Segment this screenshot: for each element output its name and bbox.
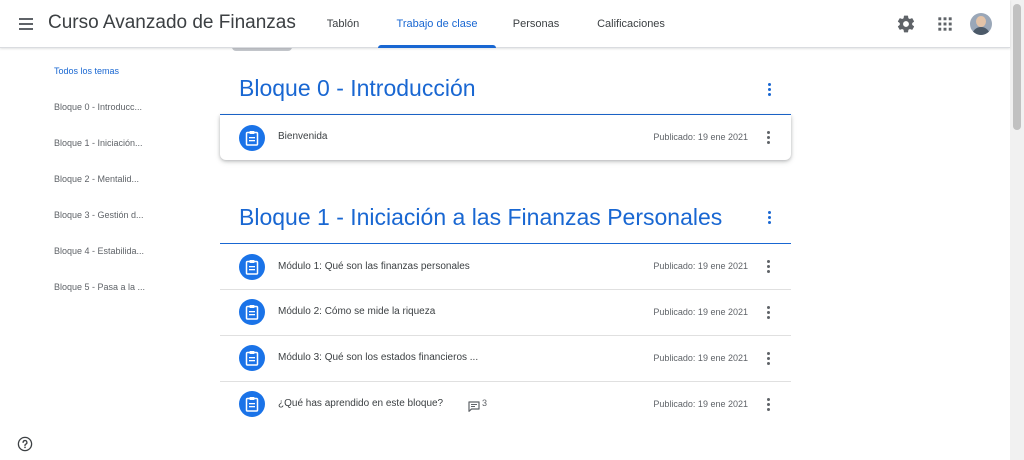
- apps-grid-icon[interactable]: [935, 14, 955, 34]
- item-published-date: Publicado: 19 ene 2021: [653, 307, 748, 317]
- item-title: Módulo 1: Qué son las finanzas personale…: [278, 261, 470, 272]
- list-item-modulo-2[interactable]: Módulo 2: Cómo se mide la riqueza Public…: [220, 290, 791, 336]
- assignment-icon: [239, 391, 265, 417]
- comment-count: 3: [482, 398, 488, 408]
- section-0-more-options-icon[interactable]: [763, 81, 777, 97]
- item-title: Módulo 2: Cómo se mide la riqueza: [278, 306, 436, 317]
- item-title: Bienvenida: [278, 131, 328, 142]
- course-title[interactable]: Curso Avanzado de Finanzas Pe...: [48, 12, 298, 34]
- scrollbar-thumb[interactable]: [1013, 4, 1021, 130]
- comment-icon: [468, 399, 480, 412]
- avatar-face: [976, 16, 986, 27]
- section-title-bloque-1[interactable]: Bloque 1 - Iniciación a las Finanzas Per…: [239, 204, 722, 231]
- assignment-icon: [239, 125, 265, 151]
- user-avatar[interactable]: [970, 13, 992, 35]
- sidebar-item-bloque-2[interactable]: Bloque 2 - Mentalid...: [54, 174, 139, 184]
- item-more-options-icon[interactable]: [762, 396, 776, 412]
- item-published-date: Publicado: 19 ene 2021: [653, 132, 748, 142]
- assignment-icon: [239, 299, 265, 325]
- help-icon[interactable]: [17, 436, 33, 452]
- assignment-icon: [239, 254, 265, 280]
- list-item-bienvenida[interactable]: Bienvenida Publicado: 19 ene 2021: [220, 115, 791, 160]
- item-more-options-icon[interactable]: [762, 258, 776, 274]
- settings-icon[interactable]: [896, 14, 916, 34]
- section-title-bloque-0[interactable]: Bloque 0 - Introducción: [239, 75, 476, 102]
- item-published-date: Publicado: 19 ene 2021: [653, 261, 748, 271]
- topics-sidebar: Todos los temas Bloque 0 - Introducc... …: [0, 48, 200, 460]
- menu-icon[interactable]: [14, 12, 38, 36]
- item-published-date: Publicado: 19 ene 2021: [653, 353, 748, 363]
- sidebar-item-bloque-1[interactable]: Bloque 1 - Iniciación...: [54, 138, 143, 148]
- list-item-que-has-aprendido[interactable]: ¿Qué has aprendido en este bloque? 3 Pub…: [220, 382, 791, 428]
- item-more-options-icon[interactable]: [762, 304, 776, 320]
- page-scrollbar[interactable]: [1010, 0, 1024, 460]
- item-title: ¿Qué has aprendido en este bloque?: [278, 398, 444, 409]
- item-title: Módulo 3: Qué son los estados financiero…: [278, 352, 479, 363]
- sidebar-item-bloque-0[interactable]: Bloque 0 - Introducc...: [54, 102, 142, 112]
- item-more-options-icon[interactable]: [762, 350, 776, 366]
- tab-tablon[interactable]: Tablón: [315, 0, 371, 48]
- sidebar-item-bloque-4[interactable]: Bloque 4 - Estabilida...: [54, 246, 144, 256]
- sidebar-item-bloque-3[interactable]: Bloque 3 - Gestión d...: [54, 210, 144, 220]
- top-app-bar: Curso Avanzado de Finanzas Pe... Tablón …: [0, 0, 1010, 48]
- list-item-modulo-3[interactable]: Módulo 3: Qué son los estados financiero…: [220, 336, 791, 382]
- list-item-modulo-1[interactable]: Módulo 1: Qué son las finanzas personale…: [220, 244, 791, 290]
- tab-trabajo-de-clase[interactable]: Trabajo de clase: [378, 0, 496, 48]
- assignment-icon: [239, 345, 265, 371]
- tab-calificaciones[interactable]: Calificaciones: [585, 0, 677, 48]
- section-1-more-options-icon[interactable]: [763, 209, 777, 225]
- avatar-shirt: [972, 27, 990, 35]
- sidebar-item-bloque-5[interactable]: Bloque 5 - Pasa a la ...: [54, 282, 145, 292]
- item-published-date: Publicado: 19 ene 2021: [653, 399, 748, 409]
- item-more-options-icon[interactable]: [762, 129, 776, 145]
- tab-personas[interactable]: Personas: [505, 0, 567, 48]
- sidebar-item-todos-los-temas[interactable]: Todos los temas: [54, 66, 119, 76]
